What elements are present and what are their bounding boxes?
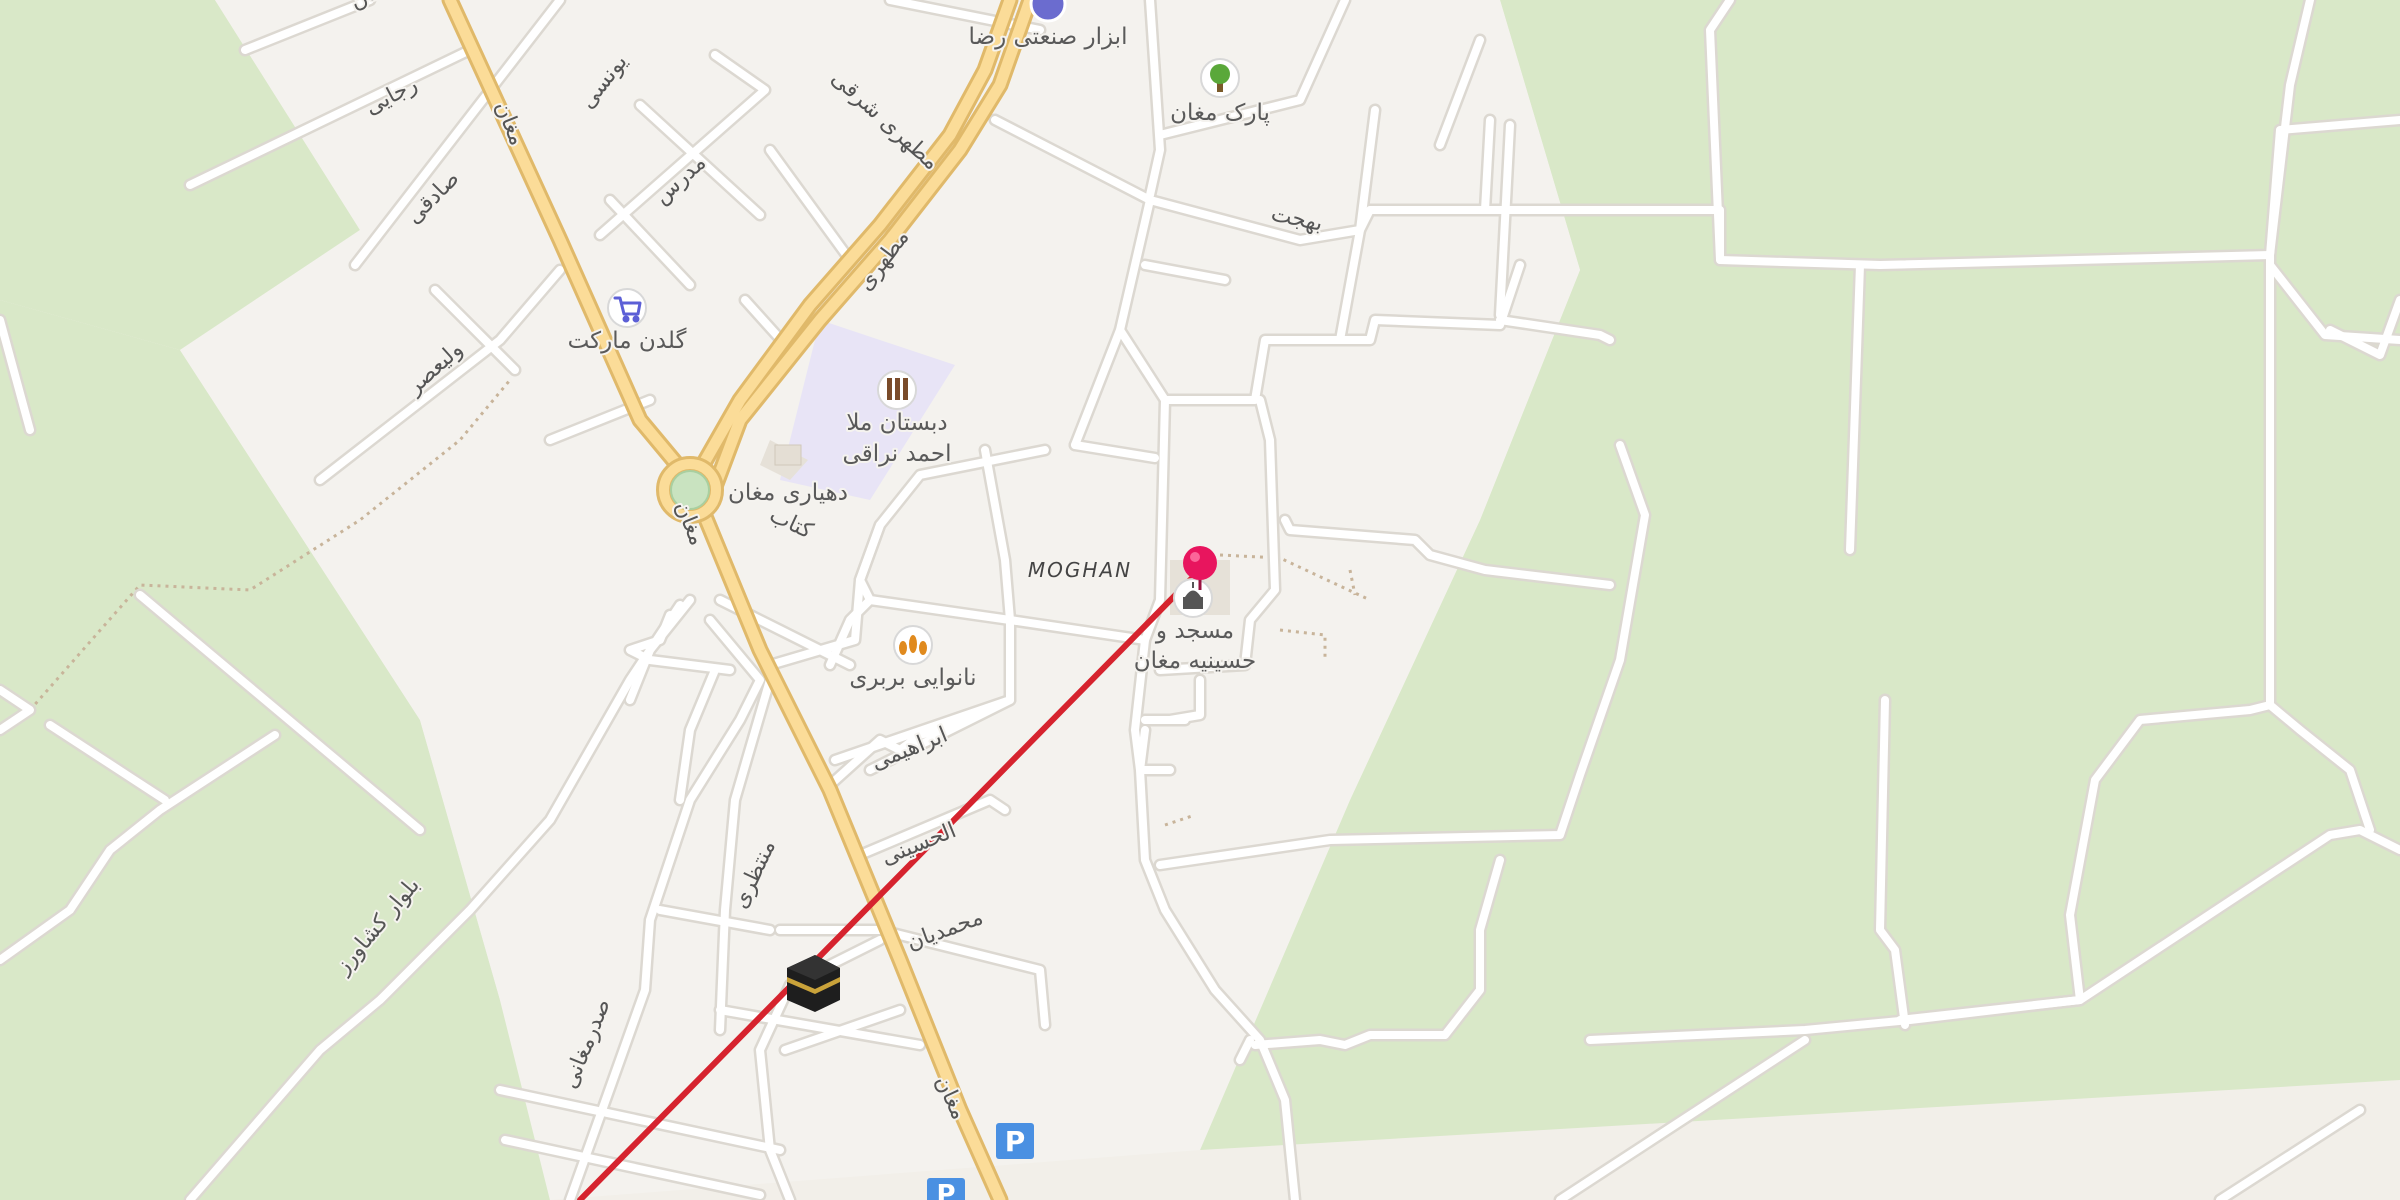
poi-label-line-1: مسجد و [1155, 618, 1234, 644]
poi-label-line-1: دبستان ملا [846, 410, 947, 436]
hardware-store-icon [1029, 0, 1067, 23]
building-icon [774, 444, 802, 466]
parking-symbol: P [1005, 1125, 1026, 1158]
poi-label-line-2: حسینیه مغان [1134, 648, 1257, 674]
poi-label-line-2: احمد نراقی [843, 441, 952, 467]
school-icon [887, 378, 908, 400]
poi-label: پارک مغان [1170, 100, 1270, 126]
poi-label: گلدن مارکت [568, 327, 687, 354]
map-canvas[interactable]: دهقان رجایی صادقی یونسی مغان مدرس مطهری … [0, 0, 2400, 1200]
parking-sign-1[interactable]: P [996, 1123, 1034, 1159]
parking-symbol: P [936, 1180, 955, 1200]
parking-sign-2[interactable]: P [927, 1178, 965, 1200]
poi-label: دهیاری مغان [728, 480, 848, 506]
town-label: MOGHAN [1028, 558, 1132, 582]
poi-label: ابزار صنعتی رضا [969, 24, 1128, 50]
poi-label: نانوایی بربری [849, 665, 976, 691]
